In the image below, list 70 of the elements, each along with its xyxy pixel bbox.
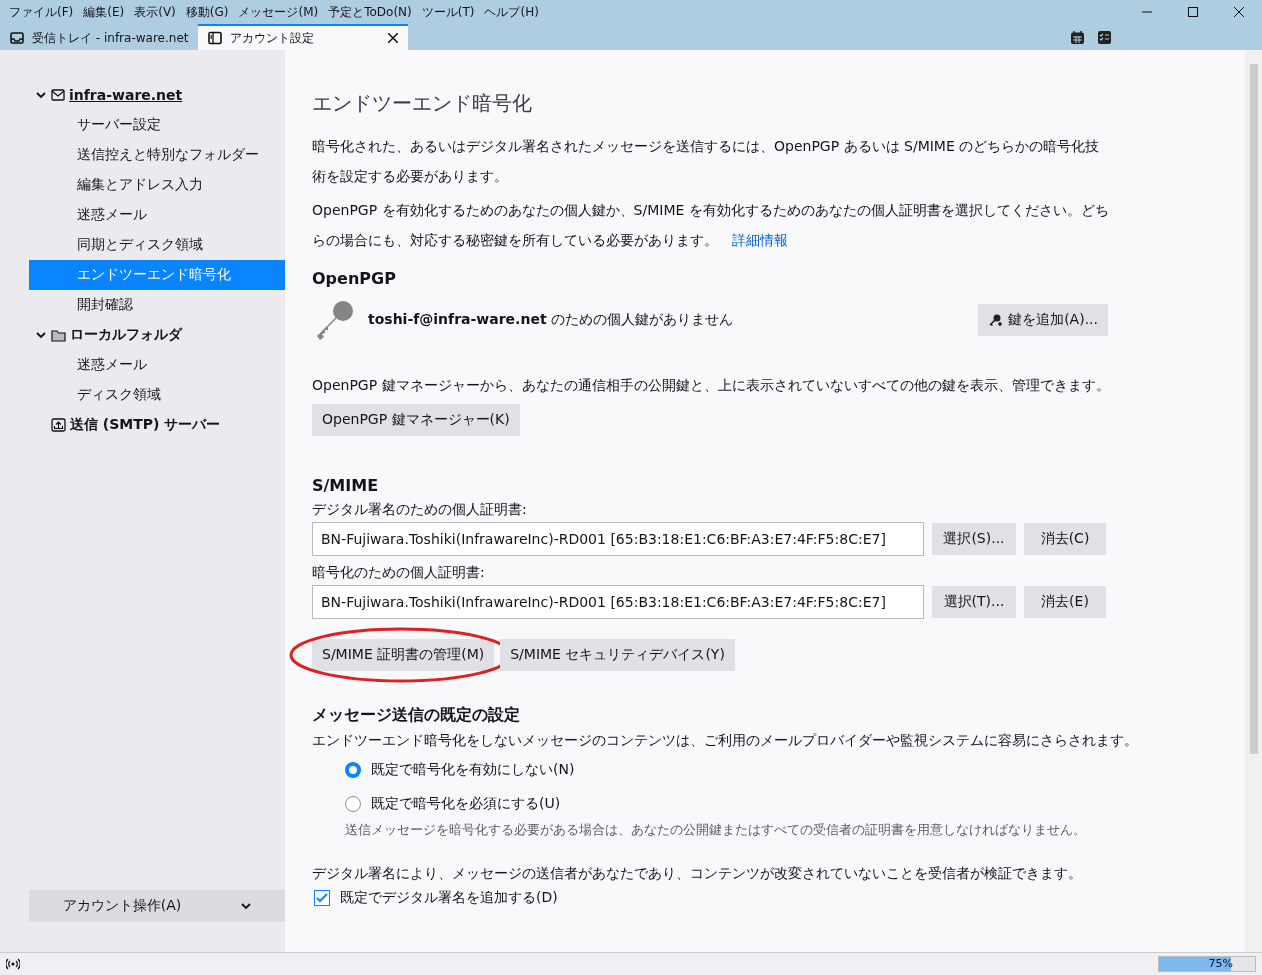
chevron-icon [35,89,47,101]
certificate-label: デジタル署名のための個人証明書: [312,501,528,519]
sidebar-item[interactable]: infra-ware.net [29,80,285,110]
certificate-field[interactable]: BN-Fujiwara.Toshiki(InfrawareInc)-RD001 [65:B3:18:E1:C6:BF:A3:E7:4F:F5:8C:E7] [312,522,924,556]
certificate-field[interactable]: BN-Fujiwara.Toshiki(InfrawareInc)-RD001 [65:B3:18:E1:C6:BF:A3:E7:4F:F5:8C:E7] [312,585,924,619]
maximize-icon[interactable] [1188,7,1198,17]
connection-icon [6,958,20,970]
tab[interactable]: アカウント設定 [198,24,409,50]
progress-reading: 75% [1208,957,1233,971]
menu-item[interactable]: ツール(T) [416,3,480,21]
intro-text: 暗号化された、あるいはデジタル署名されたメッセージを送信するには、OpenPGP あるいは S/MIME のどちらかの暗号化技術を設定する必要があります。 [312,137,1101,186]
no-key-message: toshi-f@infra-ware.net のための個人鍵がありません [368,311,734,329]
radio-button[interactable] [345,762,361,778]
intro-text: OpenPGP を有効化するためのあなたの個人鍵か、S/MIME を有効化するためのあなたの個人証明書を選択してください。どちらの場合にも、対応する秘密鍵を所有している必要があります。 詳細情報 [312,201,1110,250]
select-button[interactable]: 選択(S)... [932,523,1016,555]
folder-icon [51,328,66,342]
signature-checkbox[interactable]: 既定でデジタル署名を追加する(D) [312,886,1218,910]
sidebar-item[interactable]: サーバー設定 [29,110,285,140]
certificate-button[interactable]: S/MIME 証明書の管理(M) [312,639,495,671]
sidebar-item[interactable]: エンドツーエンド暗号化 [29,260,285,290]
certificate-button[interactable]: S/MIME セキュリティデバイス(Y) [500,639,735,671]
key-add-icon [988,313,1005,327]
radio-option[interactable]: 既定で暗号化を必須にする(U) [312,787,1218,821]
calendar-icon [1070,29,1085,45]
menu-item[interactable]: 表示(V) [129,3,181,21]
checkmark-icon [316,893,328,903]
tab[interactable]: 受信トレイ - infra-ware.net [0,24,199,50]
menu-item[interactable]: 予定とToDo(N) [323,3,417,21]
sidebar-item[interactable]: 送信控えと特別なフォルダー [29,140,285,170]
signature-note: デジタル署名により、メッセージの送信者があなたであり、コンテンツが改変されていないことを受信者が検証できます。 [312,865,1083,883]
account-actions-button[interactable]: アカウント操作(A) [29,890,285,922]
radio-hint: 送信メッセージを暗号化する必要がある場合は、あなたの公開鍵またはすべての受信者の証明書を用意しなければなりません。 [344,821,1087,839]
sidebar-item[interactable]: ローカルフォルダ [29,320,285,350]
envelope-icon [51,89,65,101]
clear-button[interactable]: 消去(C) [1024,523,1106,555]
key-manager-button[interactable]: OpenPGP 鍵マネージャー(K) [312,404,520,436]
page-title: エンドツーエンド暗号化 [312,90,533,117]
radio-button[interactable] [345,796,361,812]
sidebar-item[interactable]: 編集とアドレス入力 [29,170,285,200]
sidebar-item[interactable]: 迷惑メール [29,350,285,380]
add-key-button[interactable]: 鍵を追加(A)... [978,304,1108,336]
defaults-note: エンドツーエンド暗号化をしないメッセージのコンテンツは、ご利用のメールプロバイダーや監視システムに容易にさらされます。 [312,732,1139,750]
inbox-icon [10,31,24,45]
sidebar-item[interactable]: 同期とディスク領域 [29,230,285,260]
outbox-icon [51,418,66,432]
sidebar-item[interactable]: 開封確認 [29,290,285,320]
menu-item[interactable]: ヘルプ(H) [479,3,544,21]
sidebar-item[interactable]: 送信 (SMTP) サーバー [29,410,285,440]
section-heading: OpenPGP [312,269,397,288]
section-heading: S/MIME [312,476,380,495]
menu-item[interactable]: ファイル(F) [4,3,79,21]
chevron-icon [241,902,252,910]
task-list-icon [1097,29,1112,45]
chevron-icon [35,329,47,341]
key-manager-note: OpenPGP 鍵マネージャーから、あなたの通信相手の公開鍵と、上に表示されていないすべての他の鍵を表示、管理できます。 [312,376,1111,395]
close-icon[interactable] [388,33,399,43]
section-heading: メッセージ送信の既定の設定 [312,705,521,726]
sidebar-item[interactable]: 迷惑メール [29,200,285,230]
certificate-label: 暗号化のための個人証明書: [312,564,486,582]
radio-option[interactable]: 既定で暗号化を有効にしない(N) [312,753,1218,787]
close-icon[interactable] [1234,7,1244,17]
more-info-link[interactable]: 詳細情報 [732,232,788,248]
checkbox[interactable] [314,890,330,906]
menu-item[interactable]: 編集(E) [78,3,130,21]
panel-icon [208,31,223,45]
menu-item[interactable]: 移動(G) [180,3,234,21]
clear-button[interactable]: 消去(E) [1024,586,1106,618]
sidebar-item[interactable]: ディスク領域 [29,380,285,410]
select-button[interactable]: 選択(T)... [932,586,1016,618]
menu-item[interactable]: メッセージ(M) [233,3,324,21]
